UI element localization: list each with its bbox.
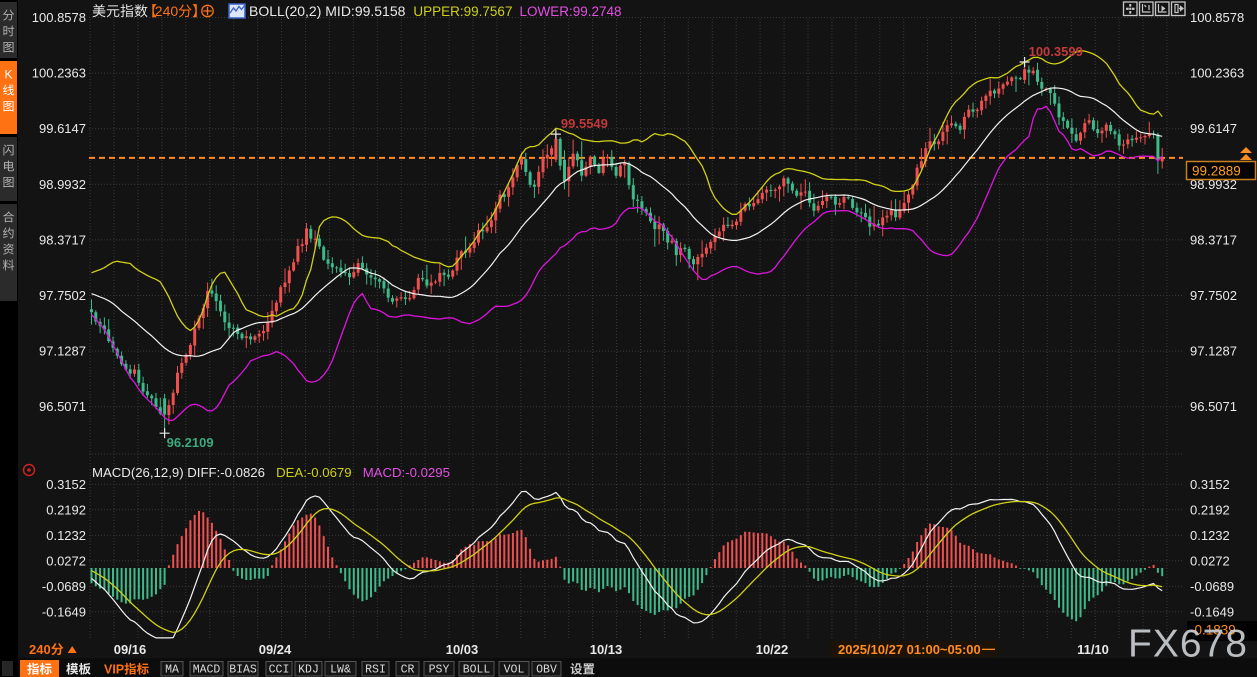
svg-text:0.2192: 0.2192 (1190, 502, 1230, 517)
svg-text:2025/10/27 01:00~05:00: 2025/10/27 01:00~05:00 (838, 642, 981, 657)
svg-text:97.7502: 97.7502 (1190, 288, 1237, 303)
svg-text:RSI: RSI (365, 664, 386, 677)
svg-text:98.3717: 98.3717 (39, 232, 86, 247)
svg-text:100.8578: 100.8578 (1190, 10, 1244, 25)
svg-text:-0.1649: -0.1649 (42, 604, 86, 619)
svg-text:0.1232: 0.1232 (46, 528, 86, 543)
svg-text:MACD: MACD (193, 664, 221, 677)
svg-text:10/03: 10/03 (446, 642, 479, 657)
svg-text:97.1287: 97.1287 (39, 344, 86, 359)
svg-text:BOLL: BOLL (463, 664, 491, 677)
svg-text:LW&: LW& (330, 664, 351, 677)
svg-text:98.9932: 98.9932 (39, 177, 86, 192)
svg-text:MA: MA (165, 664, 179, 677)
svg-text:10/13: 10/13 (590, 642, 623, 657)
svg-text:0.0272: 0.0272 (1190, 553, 1230, 568)
svg-text:99.5549: 99.5549 (561, 116, 608, 131)
svg-text:0.3152: 0.3152 (1190, 477, 1230, 492)
svg-text:DEA:-0.0679: DEA:-0.0679 (276, 465, 352, 480)
svg-text:VIP: VIP (104, 663, 124, 677)
svg-text:96.5071: 96.5071 (39, 399, 86, 414)
svg-text:KDJ: KDJ (298, 664, 319, 677)
svg-text:100.2363: 100.2363 (1190, 66, 1244, 81)
svg-text:100.2363: 100.2363 (32, 66, 86, 81)
svg-text:-0.0689: -0.0689 (42, 579, 86, 594)
svg-text:0.1232: 0.1232 (1190, 528, 1230, 543)
svg-text:BOLL(20,2) MID:99.5158: BOLL(20,2) MID:99.5158 (249, 3, 406, 19)
svg-text:VOL: VOL (504, 664, 525, 677)
svg-text:240: 240 (155, 3, 179, 19)
svg-text:0.3152: 0.3152 (46, 477, 86, 492)
svg-text:09/24: 09/24 (259, 642, 292, 657)
svg-text:100.8578: 100.8578 (32, 10, 86, 25)
svg-text:96.2109: 96.2109 (167, 435, 214, 450)
svg-text:—: — (982, 641, 995, 656)
svg-text:98.3717: 98.3717 (1190, 232, 1237, 247)
svg-text:99.6147: 99.6147 (1190, 121, 1237, 136)
svg-text:97.7502: 97.7502 (39, 288, 86, 303)
svg-text:-0.1649: -0.1649 (1190, 604, 1234, 619)
svg-text:PSY: PSY (429, 664, 450, 677)
svg-text:99.6147: 99.6147 (39, 121, 86, 136)
svg-text:OBV: OBV (536, 664, 557, 677)
svg-text:10/22: 10/22 (756, 642, 789, 657)
svg-text:K: K (4, 68, 12, 82)
svg-text:11/10: 11/10 (1077, 642, 1109, 657)
svg-text:96.5071: 96.5071 (1190, 399, 1237, 414)
svg-text:CCI: CCI (269, 664, 290, 677)
svg-text:BIAS: BIAS (229, 664, 257, 677)
svg-text:09/16: 09/16 (114, 642, 147, 657)
svg-text:0.0272: 0.0272 (46, 553, 86, 568)
svg-text:UPPER:99.7567: UPPER:99.7567 (413, 4, 512, 19)
svg-text:MACD:-0.0295: MACD:-0.0295 (363, 465, 450, 480)
svg-text:240: 240 (29, 642, 51, 657)
svg-text:LOWER:99.2748: LOWER:99.2748 (520, 4, 622, 19)
svg-text:97.1287: 97.1287 (1190, 344, 1237, 359)
svg-text:0.2192: 0.2192 (46, 502, 86, 517)
svg-text:99.2889: 99.2889 (1192, 164, 1241, 179)
svg-text:-0.0689: -0.0689 (1190, 579, 1234, 594)
svg-text:100.3599: 100.3599 (1029, 44, 1083, 59)
svg-text:CR: CR (401, 664, 415, 677)
svg-text:MACD(26,12,9) DIFF:-0.0826: MACD(26,12,9) DIFF:-0.0826 (92, 465, 265, 480)
